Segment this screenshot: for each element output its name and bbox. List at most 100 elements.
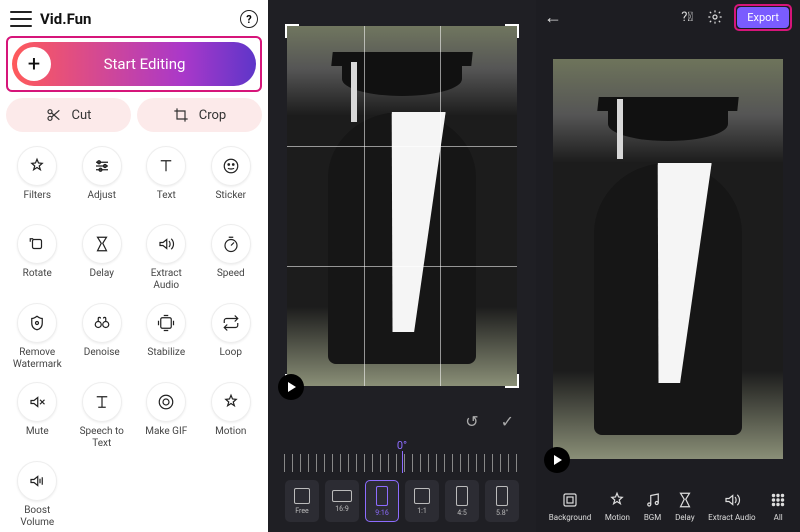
stabilize-icon [146, 303, 186, 343]
tool-label: Adjust [87, 190, 116, 212]
extract-audio-icon [146, 224, 186, 264]
export-highlight: Export [734, 4, 792, 31]
filters-icon [17, 146, 57, 186]
remove-watermark-icon [17, 303, 57, 343]
adjust-icon [82, 146, 122, 186]
aspect-apple[interactable]: 5.8" [485, 480, 519, 522]
reset-icon[interactable]: ↺ [465, 412, 478, 431]
crop-frame[interactable] [287, 26, 517, 386]
aspect-ig[interactable]: 4:5 [445, 480, 479, 522]
tool-sticker[interactable]: Sticker [200, 142, 263, 216]
start-editing-button[interactable]: + Start Editing [12, 42, 256, 86]
editor-tool-all[interactable]: All [769, 491, 787, 522]
editor-tool-delay[interactable]: Delay [675, 491, 695, 522]
editor-header: ← ?⃝ Export [536, 0, 800, 34]
menu-icon[interactable] [10, 11, 32, 27]
help-icon[interactable]: ?⃝ [678, 8, 696, 26]
plus-icon: + [17, 47, 51, 81]
tool-speech-to-text[interactable]: Speech toText [71, 378, 134, 453]
sticker-icon [211, 146, 251, 186]
quick-actions: Cut Crop [6, 98, 262, 132]
delay-icon [676, 491, 694, 509]
crop-preview[interactable] [272, 6, 532, 406]
text-icon [146, 146, 186, 186]
tool-rotate[interactable]: Rotate [6, 220, 69, 295]
all-icon [769, 491, 787, 509]
loop-icon [211, 303, 251, 343]
motion-icon [211, 382, 251, 422]
tool-label: Make GIF [145, 426, 187, 448]
tool-label: RemoveWatermark [13, 347, 62, 370]
back-icon[interactable]: ← [544, 7, 562, 28]
app-title: Vid.Fun [40, 10, 232, 28]
tool-filters[interactable]: Filters [6, 142, 69, 216]
export-button[interactable]: Export [737, 7, 789, 28]
aspect-shape [496, 486, 508, 506]
crop-icon [173, 107, 189, 123]
play-button[interactable] [544, 447, 570, 473]
motion-icon [608, 491, 626, 509]
aspect-tiktok[interactable]: 9:16 [365, 480, 399, 522]
tool-boost-volume[interactable]: BoostVolume [6, 457, 69, 532]
start-editing-label: Start Editing [51, 55, 256, 73]
tool-label: Speech toText [80, 426, 124, 449]
rotation-angle: 0° [272, 437, 532, 452]
aspect-1-1[interactable]: 1:1 [405, 480, 439, 522]
confirm-icon[interactable]: ✓ [501, 412, 514, 431]
mute-icon [17, 382, 57, 422]
play-button[interactable] [278, 374, 304, 400]
editor-tool-extract-audio[interactable]: Extract Audio [708, 491, 755, 522]
tool-extract-audio[interactable]: ExtractAudio [135, 220, 198, 295]
tool-remove-watermark[interactable]: RemoveWatermark [6, 299, 69, 374]
tool-text[interactable]: Text [135, 142, 198, 216]
help-icon[interactable]: ? [240, 10, 258, 28]
tool-adjust[interactable]: Adjust [71, 142, 134, 216]
boost-volume-icon [17, 461, 57, 501]
background-icon [561, 491, 579, 509]
scissors-icon [46, 107, 62, 123]
tool-motion[interactable]: Motion [200, 378, 263, 453]
tool-label: BoostVolume [20, 505, 54, 528]
editor-tool-motion[interactable]: Motion [605, 491, 630, 522]
left-header: Vid.Fun ? [6, 8, 262, 36]
delay-icon [82, 224, 122, 264]
tool-grid: Filters Adjust Text Sticker Rotate Delay Extra… [6, 142, 262, 532]
aspect-shape [294, 488, 310, 504]
tool-make-gif[interactable]: Make GIF [135, 378, 198, 453]
tool-label: Filters [23, 190, 51, 212]
tool-label: Motion [215, 426, 246, 448]
tool-label: Denoise [84, 347, 120, 369]
left-panel: Vid.Fun ? + Start Editing Cut Crop Filte… [0, 0, 268, 532]
rotate-icon [17, 224, 57, 264]
rotation-ruler[interactable] [284, 454, 520, 472]
tool-stabilize[interactable]: Stabilize [135, 299, 198, 374]
tool-delay[interactable]: Delay [71, 220, 134, 295]
editor-tool-bgm[interactable]: BGM [644, 491, 662, 522]
editor-tool-background[interactable]: Background [549, 491, 592, 522]
cut-button[interactable]: Cut [6, 98, 131, 132]
preview-image [342, 62, 462, 96]
preview-image [553, 59, 783, 459]
tool-label: Text [157, 190, 176, 212]
tool-label: Delay [90, 268, 114, 290]
tool-loop[interactable]: Loop [200, 299, 263, 374]
aspect-free[interactable]: Free [285, 480, 319, 522]
gear-icon[interactable] [706, 8, 724, 26]
tool-label: Mute [26, 426, 49, 448]
editor-preview[interactable] [536, 34, 800, 483]
start-editing-highlight: + Start Editing [6, 36, 262, 92]
tool-speed[interactable]: Speed [200, 220, 263, 295]
denoise-icon [82, 303, 122, 343]
aspect-shape [456, 486, 468, 506]
aspect-16-9[interactable]: 16:9 [325, 480, 359, 522]
tool-mute[interactable]: Mute [6, 378, 69, 453]
speed-icon [211, 224, 251, 264]
tool-label: ExtractAudio [151, 268, 182, 291]
tool-denoise[interactable]: Denoise [71, 299, 134, 374]
tool-label: Speed [217, 268, 245, 290]
editor-toolbar: Background Motion BGM Delay Extract Audio All [536, 483, 800, 532]
crop-handle-br[interactable] [505, 374, 519, 388]
crop-handle-tr[interactable] [505, 24, 519, 38]
crop-button[interactable]: Crop [137, 98, 262, 132]
crop-handle-tl[interactable] [285, 24, 299, 38]
